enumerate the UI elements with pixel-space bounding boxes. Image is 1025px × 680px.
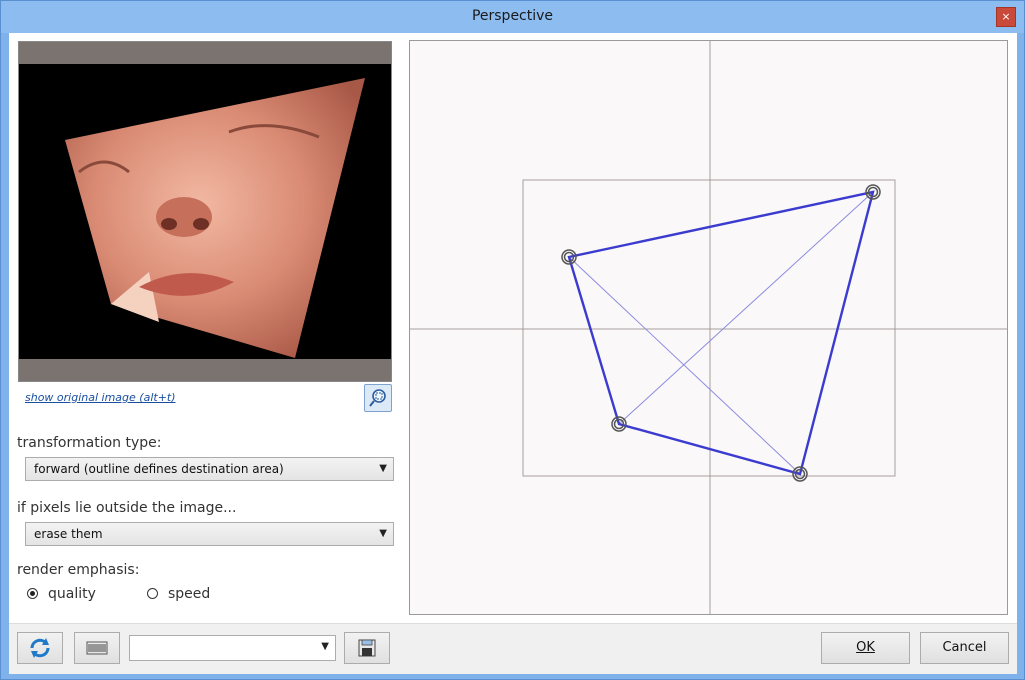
image-bounds-rect	[522, 179, 896, 477]
diagonal-line	[618, 191, 874, 425]
radio-indicator	[147, 588, 158, 599]
command-bar: ▼ OK Cancel	[9, 623, 1017, 674]
radio-quality[interactable]: quality	[27, 586, 96, 602]
render-emphasis-label: render emphasis:	[17, 562, 140, 578]
image-preview	[18, 41, 392, 382]
ok-button-label: OK	[856, 640, 875, 655]
radio-quality-label: quality	[48, 586, 96, 602]
save-preset-button[interactable]	[344, 632, 390, 664]
refresh-icon	[30, 638, 50, 658]
perspective-canvas[interactable]	[409, 40, 1008, 615]
radio-speed-label: speed	[168, 586, 211, 602]
transformation-type-label: transformation type:	[17, 435, 162, 451]
randomize-button[interactable]	[74, 632, 120, 664]
radio-selected-indicator	[27, 588, 38, 599]
preset-select[interactable]: ▼	[129, 635, 336, 661]
perspective-dialog: Perspective × show original image (alt+t…	[0, 0, 1025, 680]
chevron-down-icon: ▼	[379, 463, 387, 474]
radio-speed[interactable]: speed	[147, 586, 210, 602]
magnifier-icon	[369, 389, 386, 407]
chevron-down-icon: ▼	[321, 641, 329, 652]
ok-button[interactable]: OK	[821, 632, 910, 664]
barcode-icon	[86, 641, 108, 655]
outside-pixels-value: erase them	[34, 527, 103, 541]
transformation-type-value: forward (outline defines destination are…	[34, 462, 284, 476]
window-title: Perspective	[471, 8, 554, 24]
chevron-down-icon: ▼	[379, 528, 387, 539]
close-button[interactable]: ×	[996, 7, 1016, 27]
outside-pixels-label: if pixels lie outside the image...	[17, 500, 237, 516]
cancel-button-label: Cancel	[942, 640, 987, 655]
transformed-image	[65, 78, 365, 358]
outside-pixels-select[interactable]: erase them ▼	[25, 522, 394, 546]
outline-editor[interactable]	[410, 41, 1007, 614]
save-icon	[358, 639, 376, 657]
cancel-button[interactable]: Cancel	[920, 632, 1009, 664]
show-original-link[interactable]: show original image (alt+t)	[25, 391, 176, 404]
reset-button[interactable]	[17, 632, 63, 664]
transformation-type-select[interactable]: forward (outline defines destination are…	[25, 457, 394, 481]
title-bar: Perspective ×	[1, 1, 1024, 33]
zoom-preview-button[interactable]	[364, 384, 392, 412]
dialog-body: show original image (alt+t) transformati…	[9, 33, 1017, 674]
